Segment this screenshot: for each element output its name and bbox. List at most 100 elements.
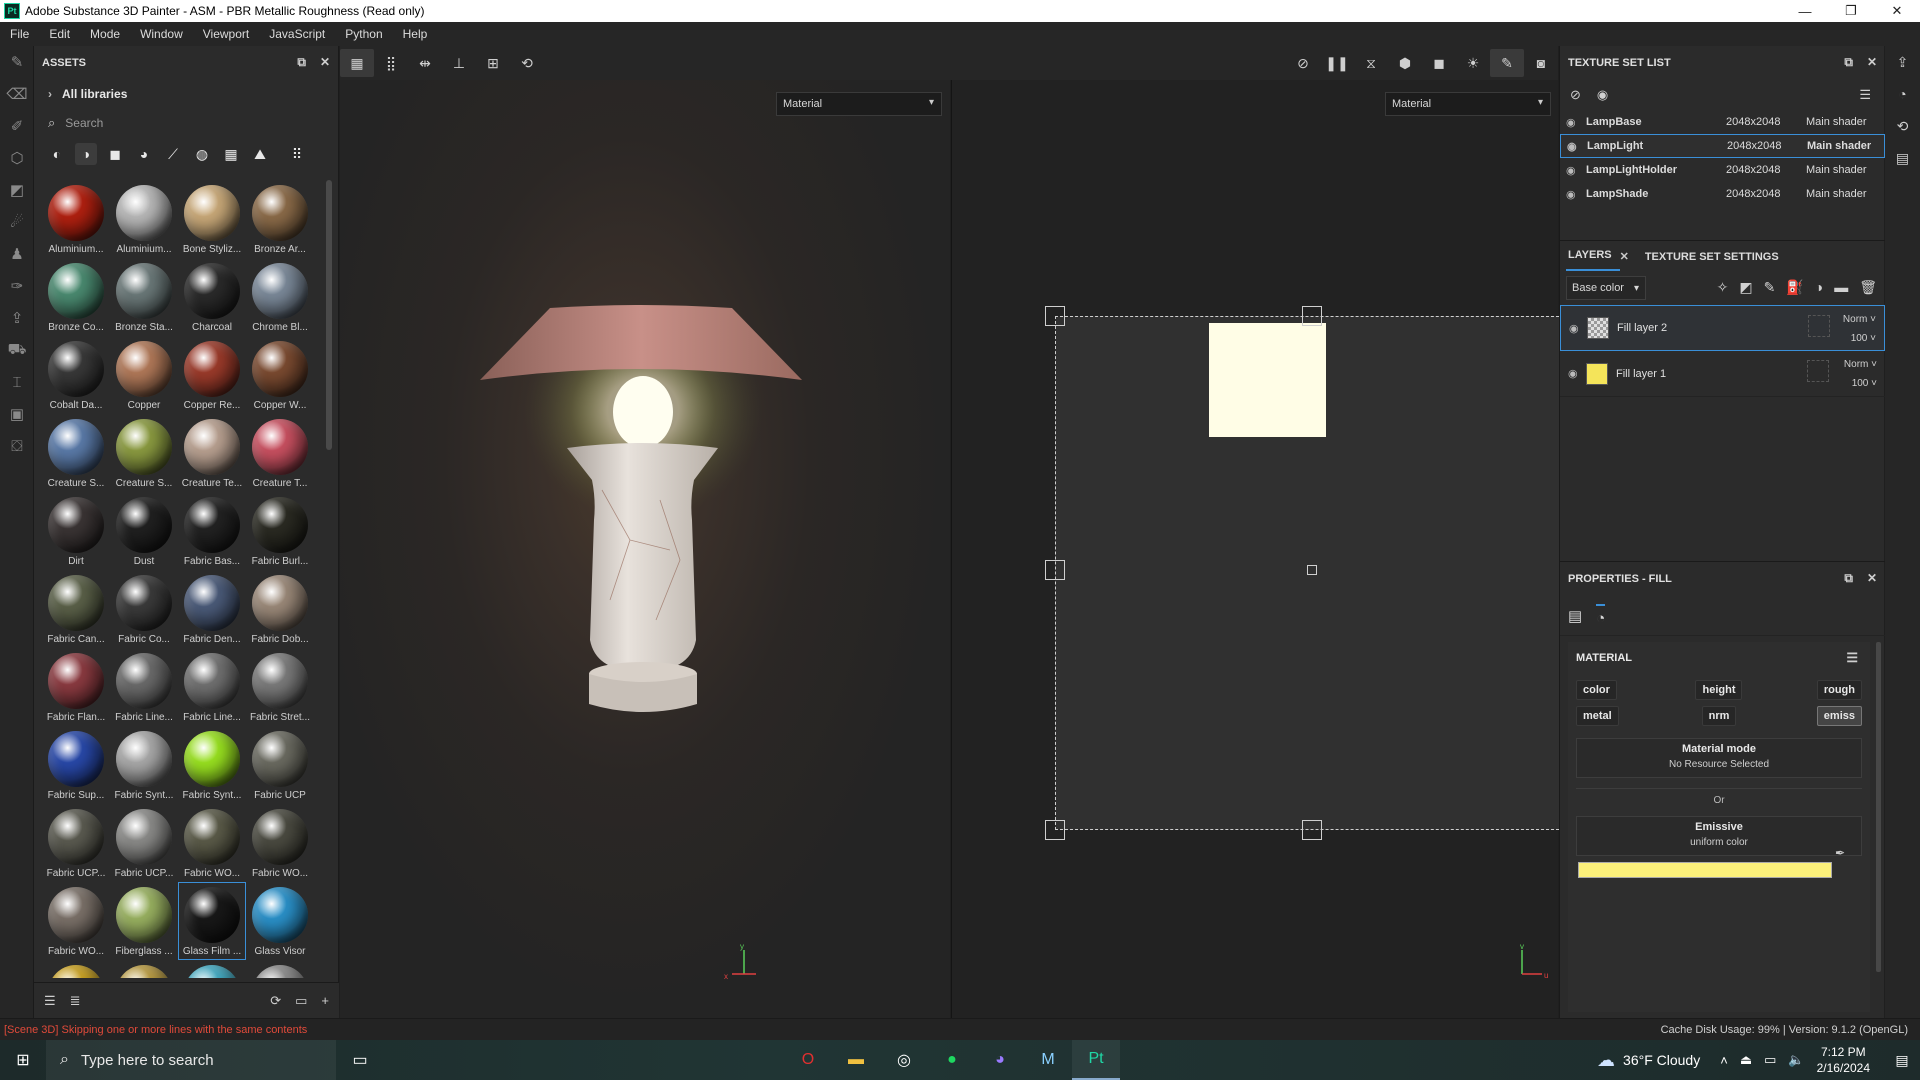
asset-tile[interactable]: Dust [110, 492, 178, 570]
file-explorer-icon[interactable]: ▬ [832, 1040, 880, 1080]
layout-grid-icon[interactable]: ⣿ [374, 49, 408, 77]
hide-icon[interactable]: ⊘ [1570, 87, 1581, 103]
screenshot-icon[interactable]: ◙ [1524, 49, 1558, 77]
list-view-icon[interactable]: ☰ [44, 993, 56, 1009]
measure-icon[interactable]: ⌶ [0, 366, 34, 398]
geometry-mask-icon[interactable]: ⬡ [0, 142, 34, 174]
export-icon[interactable]: ⇪ [0, 302, 34, 334]
add-smart-material-icon[interactable]: ◑ [1815, 279, 1823, 296]
notification-icon[interactable]: ▤ [1884, 1052, 1920, 1069]
steam-icon[interactable]: ◎ [880, 1040, 928, 1080]
brush-icon[interactable]: ✎ [1490, 49, 1524, 77]
paint-brush-icon[interactable]: ✎ [0, 46, 34, 78]
close-panel-icon[interactable]: ✕ [320, 55, 330, 70]
clone-icon[interactable]: ♟ [0, 238, 34, 270]
opera-icon[interactable]: O [784, 1040, 832, 1080]
add-effect-icon[interactable]: ✧ [1717, 279, 1729, 296]
menu-javascript[interactable]: JavaScript [259, 27, 335, 41]
layer-row[interactable]: ◉ Fill layer 2 Norm ˅ 100 ˅ [1560, 305, 1885, 351]
filter-materials-icon[interactable]: ◐ [46, 143, 68, 165]
add-mask-icon[interactable]: ◩ [1739, 279, 1752, 296]
asset-tile[interactable]: Fabric Flan... [42, 648, 110, 726]
eye-icon[interactable]: ◉ [1561, 322, 1587, 335]
asset-tile[interactable]: Copper [110, 336, 178, 414]
weather-widget[interactable]: ☁ 36°F Cloudy [1597, 1050, 1700, 1071]
asset-tile[interactable] [178, 960, 246, 978]
menu-viewport[interactable]: Viewport [193, 27, 259, 41]
uv-handle-top-center[interactable] [1302, 306, 1322, 326]
layer-blend-controls[interactable]: Norm ˅ 100 ˅ [1844, 355, 1877, 393]
emissive-color-swatch[interactable] [1578, 862, 1832, 878]
minimize-button[interactable]: — [1782, 0, 1828, 22]
asset-tile[interactable] [42, 960, 110, 978]
history-icon[interactable]: ⟲ [510, 49, 544, 77]
float-panel-icon[interactable]: ⧉ [1844, 571, 1853, 586]
hide-icon[interactable]: ⊘ [1286, 49, 1320, 77]
light-icon[interactable]: ☀ [1456, 49, 1490, 77]
details-view-icon[interactable]: ≣ [70, 993, 81, 1009]
asset-tile[interactable]: Fabric Synt... [178, 726, 246, 804]
texture-set-row[interactable]: ◉ LampBase 2048x2048 Main shader [1560, 110, 1885, 134]
asset-tile[interactable]: Creature S... [42, 414, 110, 492]
align-icon[interactable]: ⊥ [442, 49, 476, 77]
texture-set-row[interactable]: ◉ LampLight 2048x2048 Main shader [1560, 134, 1885, 158]
layout-single-icon[interactable]: ▦ [340, 49, 374, 77]
asset-tile[interactable]: Charcoal [178, 258, 246, 336]
channel-metal-button[interactable]: metal [1576, 706, 1619, 726]
eraser-icon[interactable]: ⌫ [0, 78, 34, 110]
filter-brushes-icon[interactable]: ⟋ [162, 143, 184, 165]
asset-tile[interactable]: Fabric Line... [110, 648, 178, 726]
asset-tile[interactable]: Bone Styliz... [178, 180, 246, 258]
assets-scrollbar[interactable] [326, 180, 332, 450]
asset-tile[interactable]: Creature Te... [178, 414, 246, 492]
spotify-icon[interactable]: ● [928, 1040, 976, 1080]
asset-tile[interactable]: Fabric Co... [110, 570, 178, 648]
bake-icon[interactable]: ⛟ [0, 334, 34, 366]
pause-icon[interactable]: ❚❚ [1320, 49, 1354, 77]
emissive-slot[interactable]: Emissive uniform color [1576, 816, 1862, 856]
asset-tile[interactable]: Glass Film ... [178, 882, 246, 960]
asset-tile[interactable] [110, 960, 178, 978]
eye-icon[interactable]: ◉ [1597, 87, 1608, 103]
maximize-button[interactable]: ❐ [1828, 0, 1874, 22]
uv-handle-bottom-left[interactable] [1045, 820, 1065, 840]
tab-layers[interactable]: LAYERS [1566, 249, 1620, 271]
menu-python[interactable]: Python [335, 27, 392, 41]
eye-icon[interactable]: ◉ [1566, 116, 1586, 129]
asset-tile[interactable]: Aluminium... [110, 180, 178, 258]
share-icon[interactable]: ⛋ [0, 430, 34, 462]
taskbar-search[interactable]: ⌕ Type here to search [46, 1040, 336, 1080]
asset-tile[interactable]: Fabric UCP... [42, 804, 110, 882]
symmetry-icon[interactable]: ⇹ [408, 49, 442, 77]
close-panel-icon[interactable]: ✕ [1867, 55, 1877, 70]
channel-emiss-button[interactable]: emiss [1816, 706, 1862, 726]
asset-tile[interactable]: Fabric Can... [42, 570, 110, 648]
maya-icon[interactable]: M [1024, 1040, 1072, 1080]
uv-handle-top-left[interactable] [1045, 306, 1065, 326]
eye-icon[interactable]: ◉ [1566, 188, 1586, 201]
asset-tile[interactable]: Bronze Co... [42, 258, 110, 336]
layer-mask-slot[interactable] [1808, 315, 1830, 337]
asset-tile[interactable]: Fabric Line... [178, 648, 246, 726]
menu-icon[interactable]: ☰ [1846, 650, 1858, 666]
asset-tile[interactable]: Aluminium... [42, 180, 110, 258]
properties-scrollbar[interactable] [1876, 642, 1881, 972]
eye-icon[interactable]: ◉ [1560, 367, 1586, 380]
assets-search[interactable]: ⌕ Search [42, 110, 330, 136]
channel-color-button[interactable]: color [1576, 680, 1617, 700]
mirror-icon[interactable]: ⧖ [1354, 49, 1388, 77]
cube-icon[interactable]: ⬢ [1388, 49, 1422, 77]
asset-tile[interactable]: Fiberglass ... [110, 882, 178, 960]
asset-tile[interactable]: Fabric Stret... [246, 648, 314, 726]
asset-tile[interactable]: Creature S... [110, 414, 178, 492]
texture-set-row[interactable]: ◉ LampShade 2048x2048 Main shader [1560, 182, 1885, 206]
windows-start-icon[interactable]: ⊞ [0, 1040, 46, 1080]
channel-nrm-button[interactable]: nrm [1701, 706, 1737, 726]
network-icon[interactable]: ▭ [1764, 1052, 1776, 1068]
add-icon[interactable]: + [321, 993, 329, 1009]
projection-icon[interactable]: ✐ [0, 110, 34, 142]
menu-file[interactable]: File [0, 27, 39, 41]
asset-tile[interactable]: Fabric WO... [246, 804, 314, 882]
log-icon[interactable]: ▤ [1885, 142, 1920, 174]
menu-edit[interactable]: Edit [39, 27, 80, 41]
